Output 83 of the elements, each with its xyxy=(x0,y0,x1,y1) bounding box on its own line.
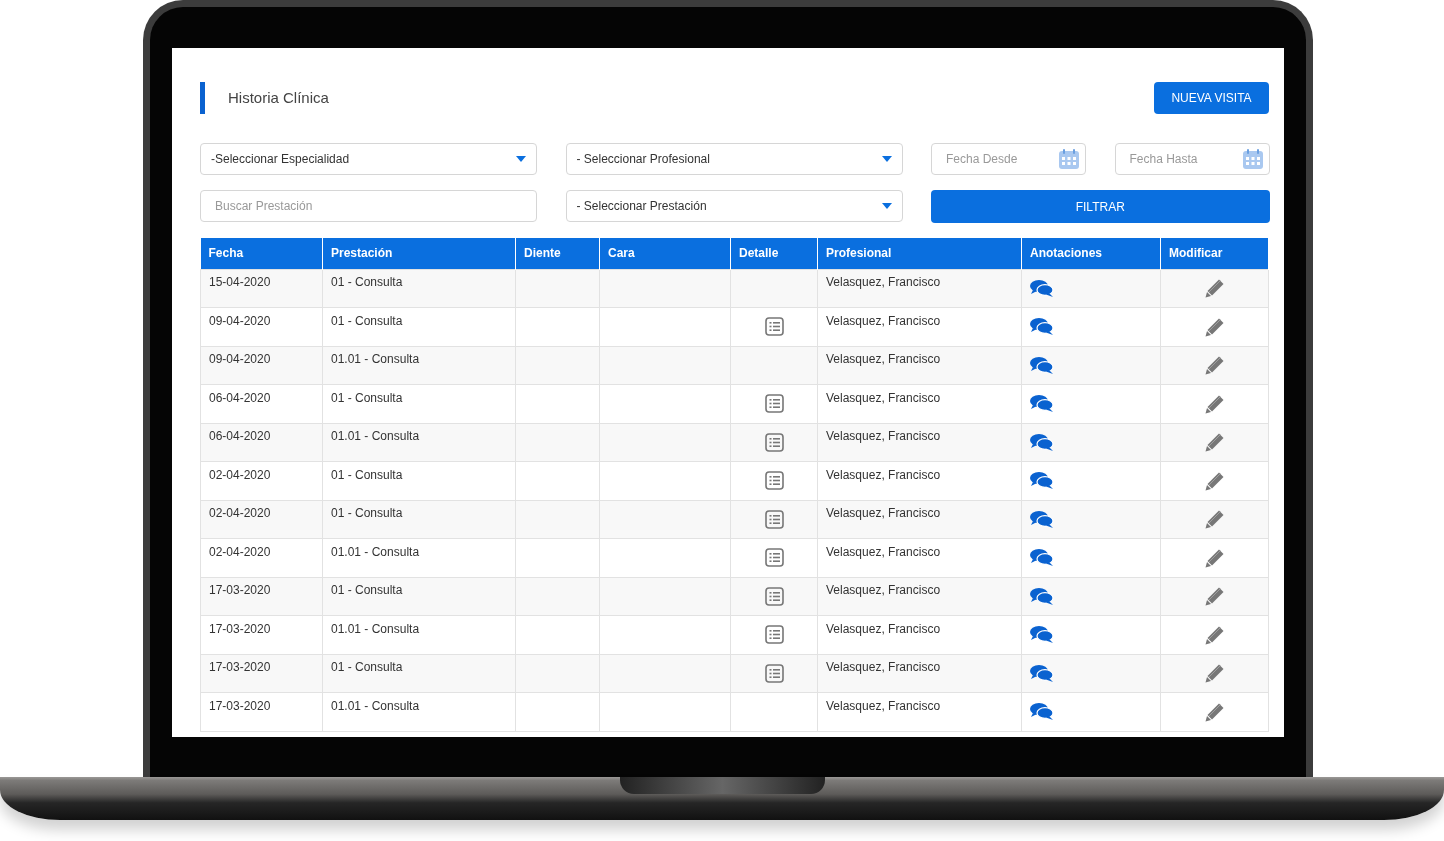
table-cell-text: 17-03-2020 xyxy=(209,620,271,638)
table-cell-text: 02-04-2020 xyxy=(209,543,271,561)
table-cell-text: Velasquez, Francisco xyxy=(826,582,941,600)
table-cell-text: Velasquez, Francisco xyxy=(826,620,941,638)
table-cell-text: 01 - Consulta xyxy=(331,466,403,484)
table-cell-text: 17-03-2020 xyxy=(209,697,271,715)
pencil-icon[interactable] xyxy=(1204,316,1225,337)
page-title: Historia Clínica xyxy=(228,87,329,108)
dropdown[interactable]: - Seleccionar Profesional xyxy=(565,143,903,175)
table-cell-text: 01 - Consulta xyxy=(331,582,403,600)
pencil-icon[interactable] xyxy=(1204,355,1225,376)
column-header: Anotaciones xyxy=(1021,238,1161,269)
table-cell-text: Velasquez, Francisco xyxy=(826,351,941,369)
table-cell-text: 06-04-2020 xyxy=(209,389,271,407)
table-cell-text: Velasquez, Francisco xyxy=(826,428,941,446)
table-cell-text: 01 - Consulta xyxy=(331,505,403,523)
table-cell-text: 09-04-2020 xyxy=(209,351,271,369)
caret-icon xyxy=(881,203,892,209)
pencil-icon[interactable] xyxy=(1204,586,1225,607)
filter-button[interactable]: FILTRAR xyxy=(931,190,1270,223)
table-cell-text: 06-04-2020 xyxy=(209,428,271,446)
chat-icon[interactable] xyxy=(1030,702,1054,722)
table-cell-text: 01.01 - Consulta xyxy=(331,428,420,446)
table-cell-text: Velasquez, Francisco xyxy=(826,312,941,330)
pencil-icon[interactable] xyxy=(1204,393,1225,414)
table-cell-text: 09-04-2020 xyxy=(209,312,271,330)
table-cell-text: 17-03-2020 xyxy=(209,582,271,600)
table-cell-text: 02-04-2020 xyxy=(209,466,271,484)
date-field[interactable]: Fecha Hasta xyxy=(1114,143,1270,175)
chat-icon[interactable] xyxy=(1030,394,1054,414)
table-cell-text: 15-04-2020 xyxy=(209,274,271,292)
calendar-icon xyxy=(1058,148,1080,170)
table-cell-text: Velasquez, Francisco xyxy=(826,466,941,484)
table-cell-text: 01.01 - Consulta xyxy=(331,351,420,369)
chat-icon[interactable] xyxy=(1030,586,1054,606)
column-header: Profesional xyxy=(817,238,1022,269)
table-cell-text: 01.01 - Consulta xyxy=(331,620,420,638)
chat-icon[interactable] xyxy=(1030,509,1054,529)
table-cell-text: 01 - Consulta xyxy=(331,312,403,330)
pencil-icon[interactable] xyxy=(1204,278,1225,299)
table-cell-text: Velasquez, Francisco xyxy=(826,389,941,407)
table-cell-text: Velasquez, Francisco xyxy=(826,697,941,715)
chat-icon[interactable] xyxy=(1030,278,1054,298)
accent-bar xyxy=(200,82,205,114)
column-header: Fecha xyxy=(200,238,323,269)
table-cell-text: Velasquez, Francisco xyxy=(826,505,941,523)
chat-icon[interactable] xyxy=(1030,625,1054,645)
date-field[interactable]: Fecha Desde xyxy=(931,143,1086,175)
pencil-icon[interactable] xyxy=(1204,432,1225,453)
column-header: Diente xyxy=(515,238,600,269)
chat-icon[interactable] xyxy=(1030,432,1054,452)
table-cell-text: 01.01 - Consulta xyxy=(331,697,420,715)
table-cell-text: 01.01 - Consulta xyxy=(331,543,420,561)
table-cell-text: 01 - Consulta xyxy=(331,274,403,292)
table-cell-text: 02-04-2020 xyxy=(209,505,271,523)
caret-icon xyxy=(881,156,892,162)
table-cell-text: 17-03-2020 xyxy=(209,659,271,677)
chat-icon[interactable] xyxy=(1030,317,1054,337)
calendar-icon xyxy=(1241,148,1264,170)
table-cell-text: 01 - Consulta xyxy=(331,389,403,407)
chat-icon[interactable] xyxy=(1030,355,1054,375)
column-header: Modificar xyxy=(1160,238,1269,269)
dropdown[interactable]: -Seleccionar Especialidad xyxy=(200,143,537,175)
pencil-icon[interactable] xyxy=(1204,701,1225,722)
search-field[interactable]: Buscar Prestación xyxy=(200,190,537,222)
pencil-icon[interactable] xyxy=(1204,470,1225,491)
table-cell-text: Velasquez, Francisco xyxy=(826,274,941,292)
column-header: Prestación xyxy=(322,238,516,269)
pencil-icon[interactable] xyxy=(1204,663,1225,684)
new-visit-button[interactable]: NUEVA VISITA xyxy=(1154,82,1269,114)
dropdown[interactable]: - Seleccionar Prestación xyxy=(565,190,903,222)
pencil-icon[interactable] xyxy=(1204,509,1225,530)
caret-icon xyxy=(516,156,526,162)
chat-icon[interactable] xyxy=(1030,663,1054,683)
table-cell-text: Velasquez, Francisco xyxy=(826,659,941,677)
chat-icon[interactable] xyxy=(1030,471,1054,491)
column-header: Cara xyxy=(599,238,731,269)
chat-icon[interactable] xyxy=(1030,548,1054,568)
table-cell-text: Velasquez, Francisco xyxy=(826,543,941,561)
pencil-icon[interactable] xyxy=(1204,624,1225,645)
table-cell-text: 01 - Consulta xyxy=(331,659,403,677)
column-header: Detalle xyxy=(730,238,818,269)
pencil-icon[interactable] xyxy=(1204,547,1225,568)
